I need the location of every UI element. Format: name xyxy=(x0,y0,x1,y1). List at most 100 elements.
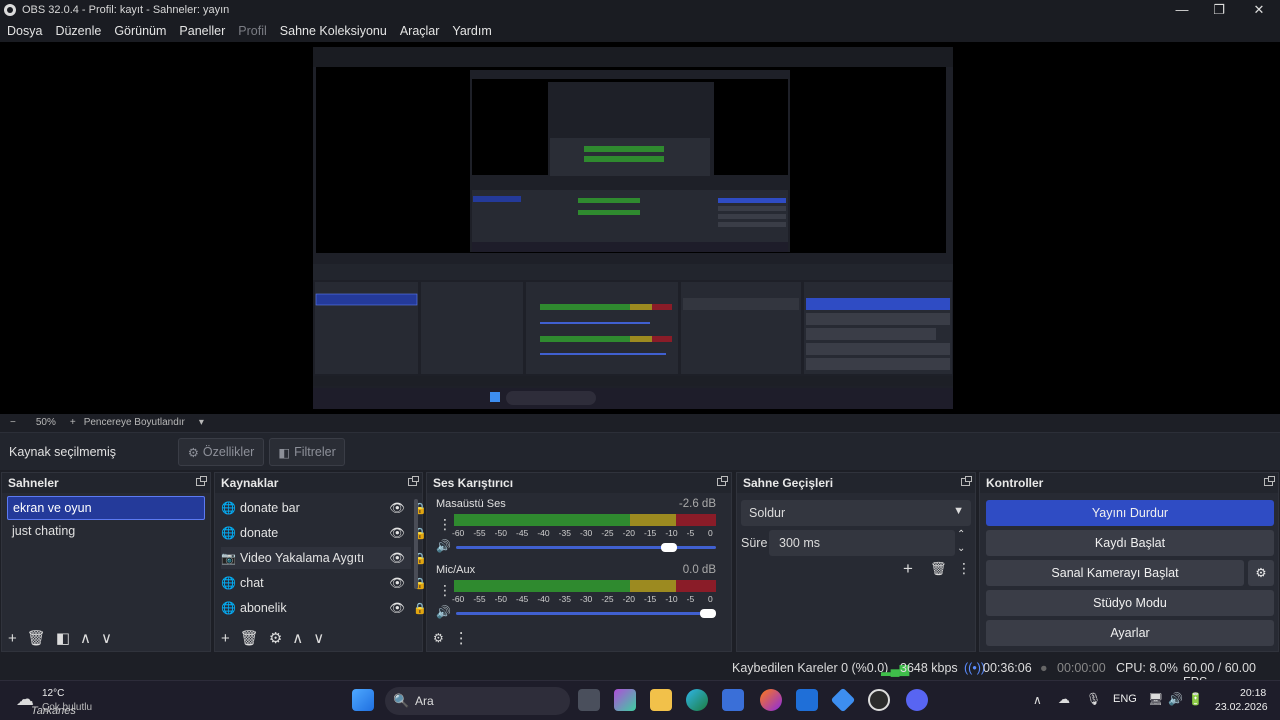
menu-tools[interactable]: Araçlar xyxy=(400,24,440,38)
add-icon[interactable]: + xyxy=(903,559,913,579)
menu-profile[interactable]: Profil xyxy=(238,24,266,38)
outlook-icon[interactable] xyxy=(796,689,818,711)
move-down-icon[interactable]: ∨ xyxy=(313,629,324,647)
move-up-icon[interactable]: ∧ xyxy=(292,629,303,647)
volume-knob[interactable] xyxy=(700,609,716,618)
scene-item[interactable]: just chating xyxy=(7,520,205,544)
volume-icon[interactable]: 🔊 xyxy=(1168,692,1183,706)
edge-icon[interactable] xyxy=(686,689,708,711)
undock-icon[interactable] xyxy=(196,476,207,486)
kebab-menu-icon[interactable]: ⋮ xyxy=(438,582,452,599)
menu-view[interactable]: Görünüm xyxy=(114,24,166,38)
eye-icon[interactable]: 👁 xyxy=(389,601,405,616)
start-virtual-camera-button[interactable]: Sanal Kamerayı Başlat xyxy=(986,560,1244,586)
meter-tick-label: -50 xyxy=(494,528,507,538)
scale-mode-caret-icon[interactable]: ▾ xyxy=(199,417,204,428)
scale-mode[interactable]: Pencereye Boyutlandır xyxy=(84,417,185,428)
copilot-icon[interactable] xyxy=(614,689,636,711)
trash-icon[interactable]: 🗑 xyxy=(27,629,46,647)
discord-icon[interactable] xyxy=(906,689,928,711)
move-down-icon[interactable]: ∨ xyxy=(101,629,112,647)
transitions-header: Sahne Geçişleri xyxy=(737,473,975,493)
menu-docks[interactable]: Paneller xyxy=(179,24,225,38)
obs-taskbar-icon[interactable] xyxy=(868,689,890,711)
battery-icon[interactable]: 🔋 xyxy=(1188,692,1203,706)
start-recording-button[interactable]: Kaydı Başlat xyxy=(986,530,1274,556)
properties-button[interactable]: ⚙ Özellikler xyxy=(178,438,264,466)
clock-time[interactable]: 20:18 xyxy=(1240,687,1266,699)
volume-slider[interactable] xyxy=(456,546,716,549)
scene-item[interactable]: ekran ve oyun xyxy=(7,496,205,520)
maximize-button[interactable]: ❐ xyxy=(1200,0,1238,20)
task-view-icon[interactable] xyxy=(578,689,600,711)
eye-icon[interactable]: 👁 xyxy=(389,526,405,541)
spin-up-icon[interactable]: ⌃ xyxy=(957,529,965,540)
eye-icon[interactable]: 👁 xyxy=(389,501,405,516)
source-item[interactable]: 🌐 chat 👁 🔒 xyxy=(221,572,427,594)
meter-tick-label: -60 xyxy=(452,528,465,538)
move-up-icon[interactable]: ∧ xyxy=(80,629,91,647)
trash-icon[interactable]: 🗑 xyxy=(930,561,947,577)
microphone-icon[interactable]: 🎙 xyxy=(1086,692,1101,706)
windows-start-icon[interactable] xyxy=(352,689,374,711)
add-icon[interactable]: + xyxy=(221,630,230,647)
channel-db: -2.6 dB xyxy=(678,498,716,510)
tray-overflow-icon[interactable]: ∧ xyxy=(1033,693,1042,707)
store-icon[interactable] xyxy=(722,689,744,711)
weather-temp[interactable]: 12°C xyxy=(42,688,64,699)
kebab-menu-icon[interactable]: ⋮ xyxy=(438,516,452,533)
undock-icon[interactable] xyxy=(1264,476,1275,486)
zoom-in-button[interactable]: + xyxy=(70,417,76,428)
advanced-audio-icon[interactable]: ⚙ xyxy=(433,631,444,645)
menu-edit[interactable]: Düzenle xyxy=(55,24,101,38)
menu-help[interactable]: Yardım xyxy=(452,24,491,38)
trash-icon[interactable]: 🗑 xyxy=(240,629,259,647)
source-item[interactable]: 📷 Video Yakalama Aygıtı 👁 🔒 xyxy=(221,547,427,569)
meter-tick-label: -55 xyxy=(473,528,486,538)
gear-icon[interactable]: ⚙ xyxy=(269,629,282,647)
undock-icon[interactable] xyxy=(961,476,972,486)
kebab-menu-icon[interactable]: ⋮ xyxy=(957,560,971,577)
network-icon[interactable]: 🖥 xyxy=(1148,692,1163,706)
browser-icon[interactable] xyxy=(760,689,782,711)
volume-slider[interactable] xyxy=(456,612,716,615)
source-item[interactable]: 🌐 abonelik 👁 🔒 xyxy=(221,597,427,619)
filter-icon[interactable]: ◧ xyxy=(56,629,70,647)
virtual-camera-settings-button[interactable]: ⚙ xyxy=(1248,560,1274,586)
taskbar-search[interactable]: 🔍 Ara xyxy=(385,687,570,715)
eye-icon[interactable]: 👁 xyxy=(389,551,405,566)
undock-icon[interactable] xyxy=(408,476,419,486)
spin-down-icon[interactable]: ⌄ xyxy=(957,543,965,554)
meter-tick-label: -60 xyxy=(452,594,465,604)
eye-icon[interactable]: 👁 xyxy=(389,576,405,591)
preview-canvas[interactable] xyxy=(0,42,1280,414)
speaker-icon[interactable]: 🔊 xyxy=(436,539,451,553)
duration-input[interactable]: 300 ms xyxy=(769,530,955,556)
stop-streaming-button[interactable]: Yayını Durdur xyxy=(986,500,1274,526)
zoom-out-button[interactable]: − xyxy=(10,417,16,428)
sources-scrollbar[interactable] xyxy=(414,499,418,589)
cloud-sync-icon[interactable]: ☁ xyxy=(1058,692,1070,706)
transition-select[interactable]: Soldur ▼ xyxy=(741,500,971,526)
kebab-menu-icon[interactable]: ⋮ xyxy=(454,629,469,647)
minimize-button[interactable]: — xyxy=(1163,0,1201,20)
clock-date[interactable]: 23.02.2026 xyxy=(1215,701,1268,713)
volume-knob[interactable] xyxy=(661,543,677,552)
source-item[interactable]: 🌐 donate 👁 🔒 xyxy=(221,522,427,544)
studio-mode-button[interactable]: Stüdyo Modu xyxy=(986,590,1274,616)
filters-button[interactable]: ◧ Filtreler xyxy=(269,438,345,466)
file-explorer-icon[interactable] xyxy=(650,689,672,711)
menu-file[interactable]: Dosya xyxy=(7,24,42,38)
source-item[interactable]: 🌐 donate bar 👁 🔒 xyxy=(221,497,427,519)
speaker-icon[interactable]: 🔊 xyxy=(436,605,451,619)
menu-scene-collection[interactable]: Sahne Koleksiyonu xyxy=(280,24,387,38)
language-indicator[interactable]: ENG xyxy=(1113,693,1137,705)
meter-tick-label: -55 xyxy=(473,594,486,604)
close-button[interactable]: ✕ xyxy=(1240,0,1278,20)
app-icon[interactable] xyxy=(830,687,856,713)
lock-icon[interactable]: 🔒 xyxy=(413,602,427,615)
controls-header: Kontroller xyxy=(980,473,1278,493)
add-icon[interactable]: + xyxy=(8,630,17,647)
settings-button[interactable]: Ayarlar xyxy=(986,620,1274,646)
undock-icon[interactable] xyxy=(717,476,728,486)
